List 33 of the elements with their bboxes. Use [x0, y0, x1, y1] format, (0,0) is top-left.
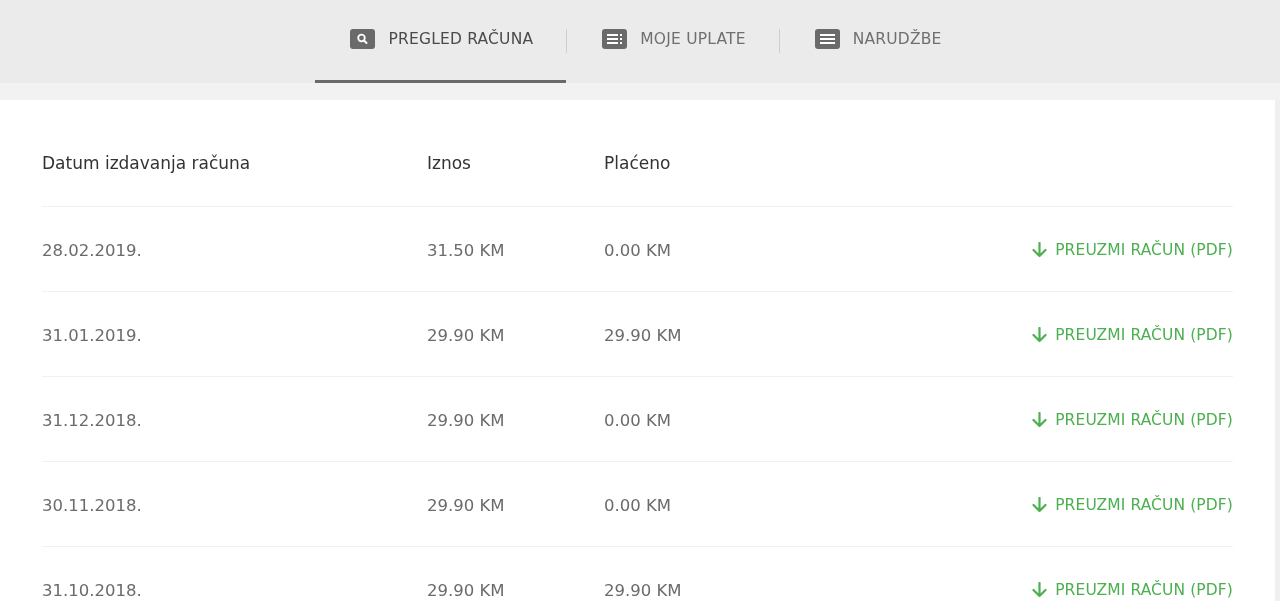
tab[interactable]: NARUDŽBE: [779, 0, 975, 83]
date-cell: 31.12.2018.: [42, 410, 142, 430]
search-icon: [350, 29, 376, 49]
amount-cell: 29.90 KM: [427, 410, 505, 430]
list-icon: [602, 29, 628, 49]
download-pdf-link[interactable]: PREUZMI RAČUN (PDF): [1032, 496, 1233, 514]
amount-cell: 29.90 KM: [427, 495, 505, 515]
date-cell: 28.02.2019.: [42, 240, 142, 260]
paid-cell: 0.00 KM: [604, 240, 672, 260]
download-pdf-link[interactable]: PREUZMI RAČUN (PDF): [1032, 241, 1233, 259]
date-cell: 31.01.2019.: [42, 325, 142, 345]
paid-cell: 0.00 KM: [604, 410, 672, 430]
download-arrow-icon: [1032, 497, 1048, 513]
column-header: Iznos: [427, 152, 471, 173]
amount-cell: 29.90 KM: [427, 325, 505, 345]
lines-icon: [814, 29, 840, 49]
download-pdf-link[interactable]: PREUZMI RAČUN (PDF): [1032, 581, 1233, 599]
paid-cell: 29.90 KM: [604, 580, 682, 600]
paid-cell: 0.00 KM: [604, 495, 672, 515]
date-cell: 31.10.2018.: [42, 580, 142, 600]
column-header: Datum izdavanja računa: [42, 152, 251, 173]
tab[interactable]: MOJE UPLATE: [567, 0, 779, 83]
amount-cell: 31.50 KM: [427, 240, 505, 260]
download-arrow-icon: [1032, 242, 1048, 258]
amount-cell: 29.90 KM: [427, 580, 505, 600]
column-header: Plaćeno: [604, 152, 671, 173]
download-pdf-link[interactable]: PREUZMI RAČUN (PDF): [1032, 326, 1233, 344]
download-arrow-icon: [1032, 412, 1048, 428]
download-pdf-link[interactable]: PREUZMI RAČUN (PDF): [1032, 411, 1233, 429]
date-cell: 30.11.2018.: [42, 495, 142, 515]
download-arrow-icon: [1032, 327, 1048, 343]
paid-cell: 29.90 KM: [604, 325, 682, 345]
download-arrow-icon: [1032, 582, 1048, 598]
